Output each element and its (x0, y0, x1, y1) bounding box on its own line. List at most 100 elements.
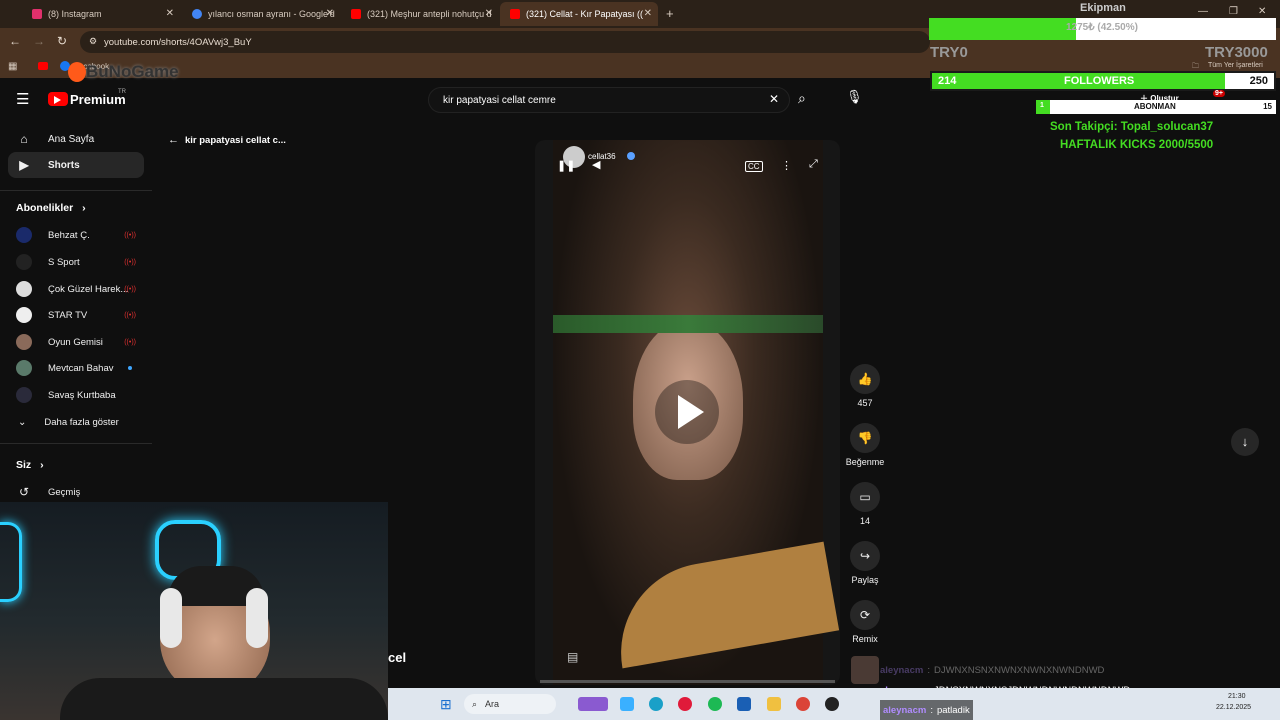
sidebar-item-label: Ana Sayfa (48, 133, 95, 145)
subscription-item[interactable]: Oyun Gemisi ((•)) (8, 329, 144, 355)
subscription-item[interactable]: S Sport ((•)) (8, 249, 144, 275)
notification-badge[interactable]: 9+ (1213, 90, 1225, 97)
close-icon[interactable]: ✕ (644, 8, 652, 19)
chat-message: aleynacm : patladik (880, 700, 973, 720)
share-icon: ↪ (850, 541, 880, 571)
microphone-icon[interactable]: 🎙 (846, 89, 863, 105)
subscription-name: Çok Güzel Harek... (48, 283, 129, 295)
media-icon[interactable] (678, 697, 692, 711)
obs-icon[interactable] (825, 697, 839, 711)
subscription-item[interactable]: STAR TV ((•)) (8, 302, 144, 328)
url-field[interactable]: ⚙ youtube.com/shorts/4OAVwj3_BuY (80, 31, 930, 53)
search-icon[interactable]: ⌕ (798, 90, 806, 107)
progress-track[interactable] (540, 680, 835, 683)
chrome-icon[interactable] (796, 697, 810, 711)
widget-icon[interactable] (578, 697, 608, 711)
divider (0, 443, 152, 444)
search-value: kir papatyasi cellat cemre (443, 94, 556, 106)
search-icon: ⌕ (472, 698, 478, 709)
search-input[interactable]: kir papatyasi cellat cemre ✕ (428, 87, 790, 113)
dislike-label: Beğenme (845, 457, 885, 467)
chat-user: aleynacm (880, 664, 924, 676)
browser-tab[interactable]: (321) Meşhur antepli nohutçu d ✕ (341, 2, 499, 26)
edge-icon[interactable] (649, 697, 663, 711)
clock-time[interactable]: 21:30 (1228, 693, 1246, 700)
close-icon[interactable]: ✕ (166, 8, 174, 19)
comments-button[interactable]: ▭ 14 (848, 482, 882, 526)
close-window-button[interactable]: ✕ (1258, 6, 1266, 17)
playlist-icon[interactable]: ▤ (567, 650, 578, 664)
chat-text: DJWNXNSNXNWNXNWNXNWNDNWD (933, 664, 1105, 676)
thumbs-up-icon: 👍 (850, 364, 880, 394)
brand-logo: BuNoGame (86, 62, 179, 81)
remix-button[interactable]: ⟳ Remix (848, 600, 882, 644)
new-content-dot (128, 366, 132, 370)
close-icon[interactable]: ✕ (485, 8, 493, 19)
new-tab-button[interactable]: + (666, 6, 674, 21)
minimize-button[interactable]: — (1198, 6, 1208, 17)
subscriptions-header[interactable]: Abonelikler › (16, 202, 86, 214)
like-count: 457 (857, 398, 873, 408)
forward-icon[interactable]: → (33, 34, 45, 48)
reload-icon[interactable]: ↻ (57, 34, 67, 48)
youtube-bookmark-icon[interactable] (38, 62, 48, 70)
maximize-button[interactable]: ❐ (1229, 6, 1238, 17)
tab-label: (8) Instagram (48, 9, 102, 19)
subscription-item[interactable]: Mevtcan Bahav (8, 355, 144, 381)
clear-icon[interactable]: ✕ (769, 92, 779, 106)
store-icon[interactable] (737, 697, 751, 711)
site-info-icon[interactable]: ⚙ (89, 36, 97, 47)
create-button[interactable]: ＋ Oluştur (1140, 93, 1179, 104)
headphones (160, 588, 182, 648)
shorts-video-player[interactable]: cellat36 ❚❚ ◀ CC ⋮ ⤢ ▤ (535, 140, 840, 685)
subscription-item[interactable]: Savaş Kurtbaba (8, 382, 144, 408)
dislike-button[interactable]: 👎 Beğenme (844, 423, 886, 467)
history-icon: ↺ (18, 485, 30, 499)
tab-label: yılancı osman ayranı - Google'd (208, 9, 335, 19)
next-video-button[interactable]: ↓ (1231, 428, 1259, 456)
back-icon[interactable]: ← (9, 34, 21, 48)
chevron-right-icon: › (40, 459, 44, 471)
weekly-kicks-text: HAFTALIK KICKS 2000/5500 (1060, 139, 1214, 151)
subscriptions-title: Abonelikler (16, 202, 74, 214)
folder-icon[interactable] (767, 697, 781, 711)
back-to-search[interactable]: ← kir papatyasi cellat c... (168, 134, 286, 146)
like-button[interactable]: 👍 457 (848, 364, 882, 408)
youtube-icon (510, 9, 520, 19)
taskbar-search[interactable]: ⌕ Ara (464, 694, 556, 714)
you-header[interactable]: Siz › (16, 459, 44, 471)
streamer-shirt (60, 678, 388, 720)
clock-date[interactable]: 22.12.2025 (1216, 704, 1251, 711)
apps-icon[interactable]: ▦ (8, 61, 17, 72)
volume-icon[interactable]: ◀ (592, 158, 600, 171)
google-icon (192, 9, 202, 19)
followers-label: FOLLOWERS (1064, 75, 1135, 87)
sidebar-item-shorts[interactable]: ▶ Shorts (8, 152, 144, 178)
audio-thumbnail[interactable] (851, 656, 879, 684)
share-button[interactable]: ↪ Paylaş (848, 541, 882, 585)
followers-goal: 250 (1249, 75, 1268, 87)
all-bookmarks[interactable]: Tüm Yer İşaretleri (1208, 62, 1263, 69)
show-more-button[interactable]: ⌄ Daha fazla göster (8, 409, 144, 435)
fullscreen-icon[interactable]: ⤢ (809, 158, 818, 171)
chevron-right-icon: › (82, 202, 86, 214)
browser-tab[interactable]: (8) Instagram ✕ (22, 2, 180, 26)
chat-user: aleynacm (883, 704, 927, 716)
pause-icon[interactable]: ❚❚ (557, 159, 575, 172)
live-icon: ((•)) (124, 231, 136, 239)
cam-caption-outside: cel (388, 650, 407, 665)
subscription-item[interactable]: Behzat Ç. ((•)) (8, 222, 144, 248)
subscription-item[interactable]: Çok Güzel Harek... ((•)) (8, 276, 144, 302)
close-icon[interactable]: ✕ (326, 8, 334, 19)
more-options-icon[interactable]: ⋮ (781, 159, 792, 172)
sidebar-item-home[interactable]: ⌂ Ana Sayfa (8, 126, 144, 152)
goal-start-label: TRY0 (930, 44, 968, 61)
menu-icon[interactable]: ☰ (16, 90, 29, 108)
captions-icon[interactable]: CC (745, 161, 763, 172)
browser-tab[interactable]: yılancı osman ayranı - Google'd ✕ (182, 2, 340, 26)
copilot-icon[interactable] (620, 697, 634, 711)
live-icon: ((•)) (124, 338, 136, 346)
spotify-icon[interactable] (708, 697, 722, 711)
browser-tab-active[interactable]: (321) Cellat - Kır Papatyası (( ✕ (500, 2, 658, 26)
windows-start-icon[interactable]: ⊞ (440, 696, 452, 713)
